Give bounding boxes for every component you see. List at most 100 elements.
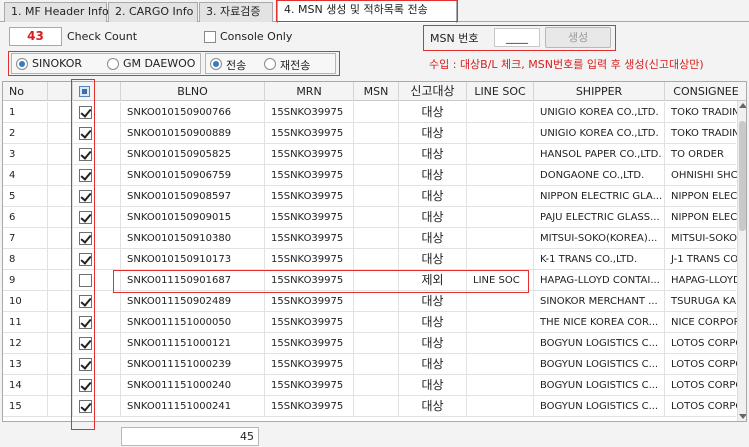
radio-sinokor[interactable] — [16, 58, 28, 70]
cell-blno: SNKO010150910380 — [121, 228, 265, 249]
cell-no: 6 — [3, 207, 48, 228]
cell-shipper: K-1 TRANS CO.,LTD. — [534, 249, 665, 270]
cell-blno: SNKO011150902489 — [121, 291, 265, 312]
cell-target: 대상 — [399, 396, 467, 417]
cell-consignee: LOTOS CORPO — [665, 333, 738, 354]
cell-msn — [354, 249, 399, 270]
table-row[interactable]: 5 SNKO010150908597 15SNKO39975 대상 NIPPON ELE… — [3, 186, 738, 207]
console-only-checkbox[interactable] — [204, 31, 216, 43]
cell-consignee: TO ORDER — [665, 144, 738, 165]
cell-shipper: HANSOL PAPER CO.,LTD. — [534, 144, 665, 165]
cell-mrn: 15SNKO39975 — [265, 312, 354, 333]
scroll-up-arrow-icon[interactable] — [739, 103, 746, 108]
col-header-no[interactable]: No — [3, 82, 48, 101]
cell-consignee: NIPPON ELEC — [665, 207, 738, 228]
radio-send[interactable] — [210, 58, 222, 70]
col-header-msn[interactable]: MSN — [354, 82, 399, 101]
cell-msn — [354, 165, 399, 186]
cell-consignee: TOKO TRADIN — [665, 102, 738, 123]
cell-line-soc — [467, 375, 534, 396]
cell-msn — [354, 102, 399, 123]
table-row[interactable]: 10 SNKO011150902489 15SNKO39975 대상 SINOKOR M… — [3, 291, 738, 312]
cell-blank — [48, 249, 73, 270]
cell-line-soc — [467, 228, 534, 249]
cell-msn — [354, 354, 399, 375]
cell-consignee: NIPPON ELEC — [665, 186, 738, 207]
cell-shipper: BOGYUN LOGISTICS C... — [534, 396, 665, 417]
cell-no: 15 — [3, 396, 48, 417]
cell-blank — [48, 375, 73, 396]
tab-cargo-info[interactable]: 2. CARGO Info — [108, 2, 198, 22]
table-row[interactable]: 13 SNKO011151000239 15SNKO39975 대상 BOGYUN LO… — [3, 354, 738, 375]
cell-target: 대상 — [399, 333, 467, 354]
active-tab-highlight — [276, 0, 458, 22]
cell-no: 11 — [3, 312, 48, 333]
cell-blank — [48, 291, 73, 312]
cell-blno: SNKO011151000240 — [121, 375, 265, 396]
cell-no: 1 — [3, 102, 48, 123]
cell-shipper: SINOKOR MERCHANT ... — [534, 291, 665, 312]
cell-no: 4 — [3, 165, 48, 186]
cell-target: 대상 — [399, 291, 467, 312]
cell-consignee: LOTOS CORPO — [665, 375, 738, 396]
cell-mrn: 15SNKO39975 — [265, 165, 354, 186]
cell-target: 대상 — [399, 123, 467, 144]
scroll-down-arrow-icon[interactable] — [739, 414, 746, 419]
msn-number-label: MSN 번호 — [430, 32, 479, 45]
radio-send-label: 전송 — [226, 59, 247, 72]
cell-mrn: 15SNKO39975 — [265, 375, 354, 396]
cell-msn — [354, 375, 399, 396]
scrollbar-thumb[interactable] — [739, 121, 746, 231]
cell-blank — [48, 228, 73, 249]
cell-blno: SNKO011151000239 — [121, 354, 265, 375]
radio-resend[interactable] — [264, 58, 276, 70]
table-row[interactable]: 15 SNKO011151000241 15SNKO39975 대상 BOGYUN LO… — [3, 396, 738, 417]
table-row[interactable]: 8 SNKO010150910173 15SNKO39975 대상 K-1 TRANS … — [3, 249, 738, 270]
cell-msn — [354, 291, 399, 312]
total-count-box: 45 — [121, 427, 259, 446]
cell-shipper: PAJU ELECTRIC GLASS... — [534, 207, 665, 228]
msn-number-input[interactable]: ____ — [494, 28, 540, 47]
table-row[interactable]: 4 SNKO010150906759 15SNKO39975 대상 DONGAONE C… — [3, 165, 738, 186]
col-header-blno[interactable]: BLNO — [121, 82, 265, 101]
table-row[interactable]: 6 SNKO010150909015 15SNKO39975 대상 PAJU ELECT… — [3, 207, 738, 228]
cell-mrn: 15SNKO39975 — [265, 186, 354, 207]
table-row[interactable]: 3 SNKO010150905825 15SNKO39975 대상 HANSOL PAP… — [3, 144, 738, 165]
radio-gm-daewoo[interactable] — [107, 58, 119, 70]
col-header-consignee[interactable]: CONSIGNEE — [665, 82, 746, 101]
cell-mrn: 15SNKO39975 — [265, 207, 354, 228]
cell-mrn: 15SNKO39975 — [265, 249, 354, 270]
cell-line-soc — [467, 186, 534, 207]
cell-blank — [48, 270, 73, 291]
checkbox-column-highlight — [71, 79, 95, 430]
cell-target: 대상 — [399, 354, 467, 375]
col-header-line-soc[interactable]: LINE SOC — [467, 82, 534, 101]
cell-blank — [48, 207, 73, 228]
col-header-report-target[interactable]: 신고대상 — [399, 82, 467, 101]
col-header-shipper[interactable]: SHIPPER — [534, 82, 665, 101]
grid-header: No BLNO MRN MSN 신고대상 LINE SOC SHIPPER CO… — [3, 82, 746, 101]
generate-button[interactable]: 생성 — [545, 27, 611, 48]
cell-mrn: 15SNKO39975 — [265, 144, 354, 165]
cell-shipper: THE NICE KOREA COR... — [534, 312, 665, 333]
cell-blank — [48, 102, 73, 123]
table-row[interactable]: 2 SNKO010150900889 15SNKO39975 대상 UNIGIO KOR… — [3, 123, 738, 144]
cell-consignee: LOTOS CORPO — [665, 396, 738, 417]
cell-line-soc — [467, 312, 534, 333]
cell-shipper: MITSUI-SOKO(KOREA)... — [534, 228, 665, 249]
table-row[interactable]: 12 SNKO011151000121 15SNKO39975 대상 BOGYUN LO… — [3, 333, 738, 354]
table-row[interactable]: 1 SNKO010150900766 15SNKO39975 대상 UNIGIO KOR… — [3, 102, 738, 123]
table-row[interactable]: 7 SNKO010150910380 15SNKO39975 대상 MITSUI-SOK… — [3, 228, 738, 249]
vertical-scrollbar[interactable] — [737, 101, 746, 421]
tab-mf-header-info[interactable]: 1. MF Header Info — [4, 2, 109, 22]
check-count-label: Check Count — [67, 30, 138, 43]
table-row[interactable]: 11 SNKO011151000050 15SNKO39975 대상 THE NICE … — [3, 312, 738, 333]
cell-blank — [48, 165, 73, 186]
cell-no: 5 — [3, 186, 48, 207]
cell-mrn: 15SNKO39975 — [265, 228, 354, 249]
cell-no: 13 — [3, 354, 48, 375]
table-row[interactable]: 14 SNKO011151000240 15SNKO39975 대상 BOGYUN LO… — [3, 375, 738, 396]
cell-target: 대상 — [399, 249, 467, 270]
tab-data-verification[interactable]: 3. 자료검증 — [199, 2, 273, 22]
col-header-mrn[interactable]: MRN — [265, 82, 354, 101]
